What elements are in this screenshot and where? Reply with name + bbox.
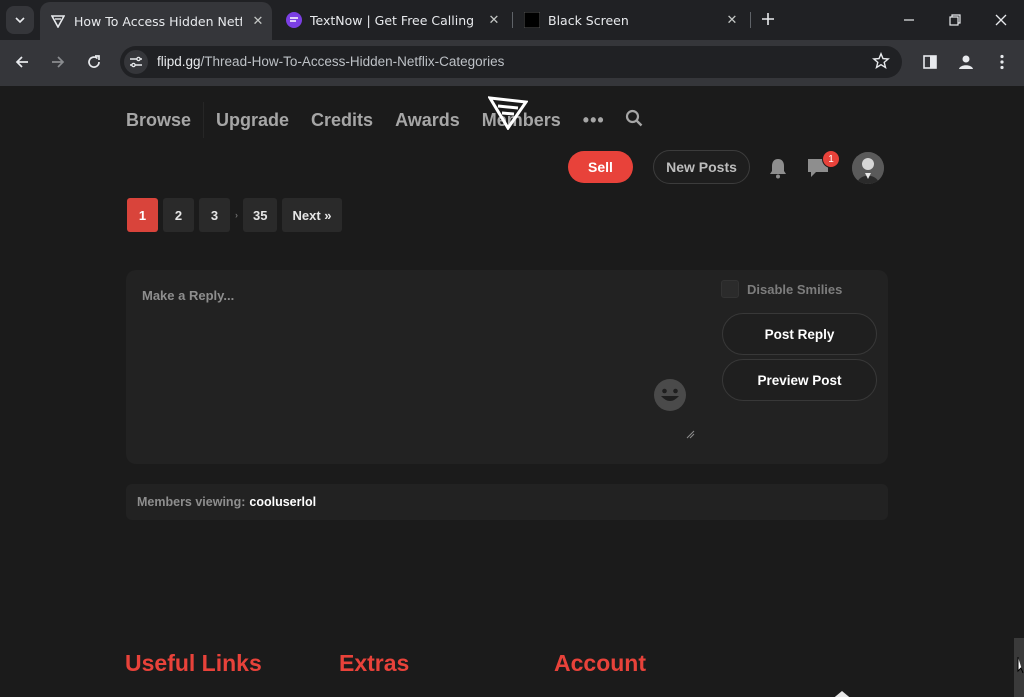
arrow-left-icon — [15, 56, 28, 68]
quick-reply-panel: Make a Reply... Disable Smilies Post Rep… — [126, 270, 888, 464]
restore-icon — [949, 14, 961, 26]
footer-heading-extras: Extras — [339, 650, 410, 676]
footer-heading-account: Account — [554, 650, 646, 676]
close-icon[interactable]: ✕ — [250, 13, 266, 29]
page-last[interactable]: 35 — [243, 198, 278, 232]
tab-flipd[interactable]: How To Access Hidden Netflix C ✕ — [40, 2, 272, 40]
page-gap: › — [235, 210, 238, 220]
site-info-button[interactable] — [124, 50, 148, 74]
flipd-logo-icon — [50, 13, 66, 29]
url-text: flipd.gg/Thread-How-To-Access-Hidden-Net… — [157, 54, 504, 69]
scroll-top-arrow-icon[interactable] — [830, 686, 890, 697]
page-3[interactable]: 3 — [199, 198, 230, 232]
textnow-icon — [286, 12, 302, 28]
reply-textarea[interactable]: Make a Reply... — [126, 270, 698, 439]
page-1[interactable]: 1 — [127, 198, 158, 232]
close-icon[interactable]: ✕ — [724, 12, 740, 28]
tab-separator — [750, 12, 751, 28]
page-2[interactable]: 2 — [163, 198, 194, 232]
side-panel-icon — [923, 55, 937, 69]
bell-icon[interactable] — [766, 156, 790, 184]
tab-search-button[interactable] — [6, 6, 34, 34]
tab-title: How To Access Hidden Netflix C — [74, 13, 242, 29]
minimize-button[interactable] — [886, 0, 932, 40]
nav-more-button[interactable]: ••• — [583, 110, 605, 131]
close-icon[interactable]: ✕ — [486, 12, 502, 28]
tab-title: TextNow | Get Free Calling and — [310, 12, 478, 28]
post-reply-button[interactable]: Post Reply — [722, 313, 877, 355]
browser-menu-button[interactable] — [988, 48, 1016, 76]
reply-placeholder: Make a Reply... — [142, 288, 235, 303]
address-bar[interactable]: flipd.gg/Thread-How-To-Access-Hidden-Net… — [120, 46, 902, 78]
tune-icon — [130, 56, 142, 68]
nav-divider — [203, 102, 205, 138]
nav-credits[interactable]: Credits — [311, 110, 373, 131]
disable-smilies-checkbox[interactable] — [721, 280, 739, 298]
side-panel-button[interactable] — [916, 48, 944, 76]
chevron-down-icon — [15, 17, 25, 24]
tab-textnow[interactable]: TextNow | Get Free Calling and ✕ — [276, 0, 510, 40]
page-viewport: Browse Upgrade Credits Awards Members ••… — [0, 86, 1024, 697]
resize-handle-icon[interactable] — [686, 424, 695, 443]
browser-toolbar: flipd.gg/Thread-How-To-Access-Hidden-Net… — [0, 40, 1024, 86]
reload-button[interactable] — [80, 48, 108, 76]
nav-browse[interactable]: Browse — [126, 110, 191, 131]
members-viewing-bar: Members viewing: cooluserlol — [126, 484, 888, 520]
more-vertical-icon — [1000, 54, 1004, 70]
footer-heading-useful-links: Useful Links — [125, 650, 262, 676]
url-path: /Thread-How-To-Access-Hidden-Netflix-Cat… — [200, 54, 505, 69]
tab-title: Black Screen — [548, 12, 629, 28]
profile-icon — [959, 55, 973, 69]
viewing-user-link[interactable]: cooluserlol — [249, 495, 316, 509]
back-button[interactable] — [8, 48, 36, 76]
black-square-icon — [524, 12, 540, 28]
next-page-button[interactable]: Next » — [282, 198, 342, 232]
restore-button[interactable] — [932, 0, 978, 40]
new-posts-button[interactable]: New Posts — [653, 150, 750, 184]
close-icon — [995, 14, 1007, 26]
site-nav: Browse Upgrade Credits Awards Members ••… — [126, 102, 643, 138]
browser-tab-strip: How To Access Hidden Netflix C ✕ TextNow… — [0, 0, 1024, 40]
reload-icon — [88, 55, 100, 68]
message-count-badge: 1 — [822, 150, 840, 168]
new-tab-button[interactable] — [757, 8, 779, 30]
tab-black-screen[interactable]: Black Screen ✕ — [514, 0, 748, 40]
mouse-cursor-icon — [1017, 656, 1024, 678]
smiley-icon[interactable] — [653, 378, 687, 416]
close-window-button[interactable] — [978, 0, 1024, 40]
sell-button[interactable]: Sell — [568, 151, 633, 183]
disable-smilies-label: Disable Smilies — [747, 281, 843, 297]
disable-smilies-option: Disable Smilies — [721, 280, 842, 298]
forward-button[interactable] — [44, 48, 72, 76]
nav-upgrade[interactable]: Upgrade — [216, 110, 289, 131]
tab-separator — [512, 12, 513, 28]
search-icon[interactable] — [625, 109, 643, 132]
bookmark-star-icon[interactable] — [872, 51, 890, 74]
pagination: 1 2 3 › 35 Next » — [127, 198, 347, 232]
url-domain: flipd.gg — [157, 54, 201, 69]
avatar[interactable] — [852, 152, 884, 184]
profile-button[interactable] — [952, 48, 980, 76]
nav-awards[interactable]: Awards — [395, 110, 460, 131]
minimize-icon — [904, 19, 914, 21]
arrow-right-icon — [52, 56, 65, 68]
plus-icon — [762, 13, 774, 25]
flipd-logo[interactable] — [487, 96, 529, 134]
preview-post-button[interactable]: Preview Post — [722, 359, 877, 401]
members-viewing-label: Members viewing: — [137, 495, 246, 509]
